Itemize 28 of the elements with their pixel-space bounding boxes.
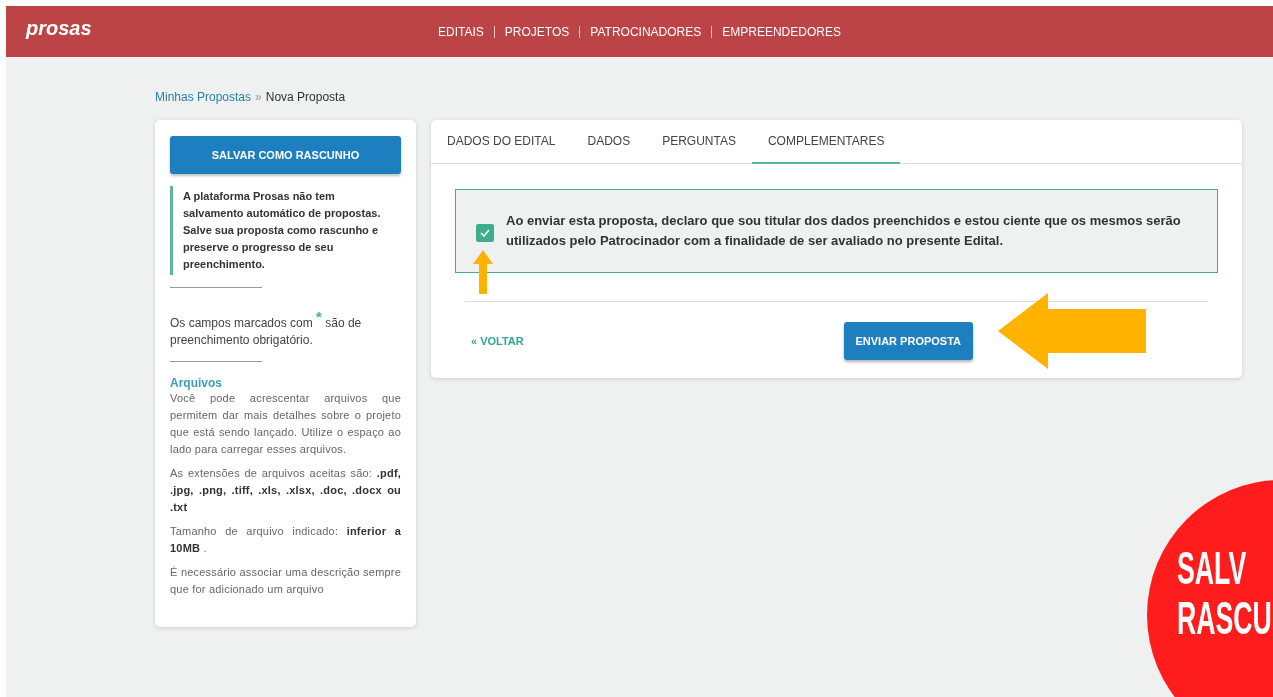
consent-checkbox[interactable] [476, 224, 494, 242]
logo[interactable]: prosas [26, 17, 92, 40]
files-paragraph: As extensões de arquivos aceitas são: .pdf, .jpg, .png, .tiff, .xls, .xlsx, .doc, .docx ou .txt [170, 466, 401, 515]
back-link[interactable]: « VOLTAR [471, 335, 524, 347]
breadcrumb-link[interactable]: Minhas Propostas [155, 90, 252, 104]
files-heading: Arquivos [170, 376, 223, 390]
up-arrow-icon [473, 250, 493, 294]
nav-link[interactable]: PATROCINADORES [579, 25, 712, 38]
check-icon [480, 229, 490, 237]
files-paragraph: É necessário associar uma descrição sempre que for adicionado um arquivo [170, 565, 401, 597]
save-draft-button[interactable]: SALVAR COMO RASCUNHO [170, 136, 401, 174]
breadcrumb-current: Nova Proposta [265, 90, 346, 104]
nav-link[interactable]: PROJETOS [493, 25, 580, 38]
files-paragraph: Você pode acrescentar arquivos que permitem dar mais detalhes sobre o projeto que está sendo lançado. Utilize o espaço ao lado para carregar esses arquivos. [170, 391, 401, 457]
tab[interactable]: COMPLEMENTARES [751, 120, 901, 164]
tab[interactable]: PERGUNTAS [646, 120, 752, 164]
left-arrow-icon [998, 293, 1146, 369]
tab[interactable]: DADOS [571, 120, 647, 164]
badge-text: RASCU [1177, 593, 1272, 643]
badge-text: SALV [1177, 543, 1247, 593]
consent-text: Ao enviar esta proposta, declaro que sou titular dos dados preenchidos e estou ciente que os mesmos serão utilizados pelo Patrocinador com a finalidade de ser avaliado no presente Edital. [506, 212, 1182, 250]
autosave-notice: A plataforma Prosas não tem salvamento automático de propostas. Salve sua proposta como rascunho e preserve o progresso de seu preenchimento. [170, 186, 401, 275]
nav-link[interactable]: EMPREENDEDORES [711, 25, 851, 38]
files-paragraph: Tamanho de arquivo indicado: inferior a 10MB . [170, 524, 401, 556]
breadcrumb-separator: » [255, 90, 262, 104]
submit-button[interactable]: ENVIAR PROPOSTA [843, 322, 973, 360]
tab[interactable]: DADOS DO EDITAL [431, 120, 572, 164]
nav-link[interactable]: EDITAIS [428, 25, 494, 38]
